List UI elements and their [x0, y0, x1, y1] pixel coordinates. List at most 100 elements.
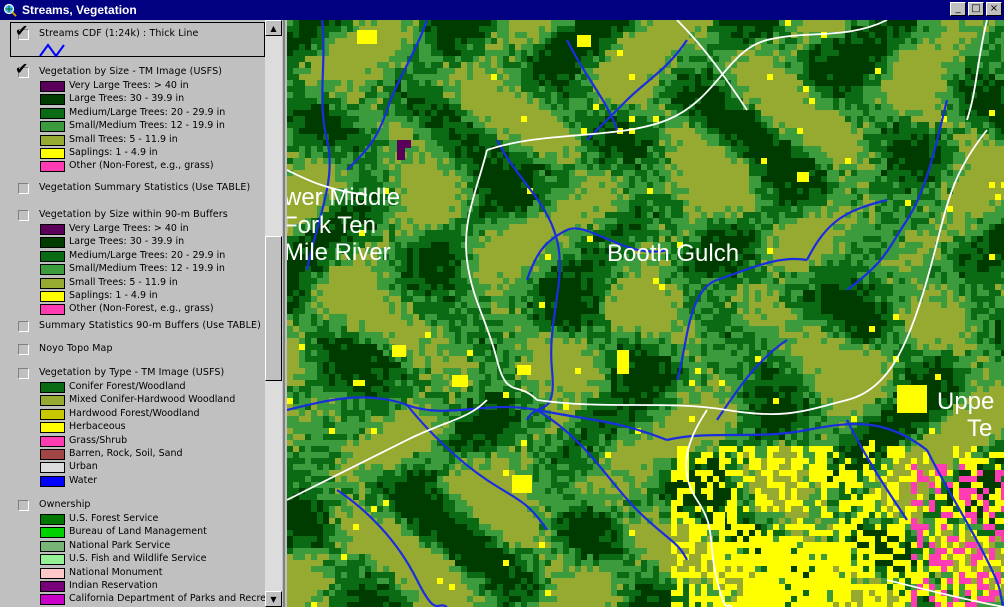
- map-raster-cell: [701, 110, 707, 116]
- scroll-down-button[interactable]: ▼: [265, 591, 282, 607]
- map-raster-cell: [539, 230, 545, 236]
- map-canvas[interactable]: [287, 20, 1004, 607]
- legend-theme-header[interactable]: Ownership: [0, 499, 265, 513]
- map-raster-cell: [875, 92, 881, 98]
- map-raster-cell: [695, 338, 701, 344]
- map-raster-cell: [317, 164, 323, 170]
- theme-visibility-checkbox[interactable]: [18, 321, 29, 332]
- map-raster-cell: [635, 62, 641, 68]
- map-raster-cell: [563, 194, 569, 200]
- theme-visibility-checkbox[interactable]: [18, 368, 29, 379]
- map-raster-cell: [341, 92, 347, 98]
- map-raster-cell: [995, 326, 1001, 332]
- map-raster-cell: [893, 182, 899, 188]
- map-raster-cell: [767, 230, 773, 236]
- map-raster-cell: [929, 50, 935, 56]
- legend-theme-header[interactable]: Summary Statistics 90-m Buffers (Use TAB…: [0, 320, 265, 334]
- map-raster-cell: [923, 296, 929, 302]
- map-raster-cell: [437, 32, 443, 38]
- legend-scrollbar[interactable]: ▲ ▼: [265, 20, 282, 607]
- map-raster-cell: [875, 128, 881, 134]
- theme-visibility-checkbox[interactable]: [18, 210, 29, 221]
- close-button[interactable]: ×: [986, 2, 1002, 16]
- map-raster-cell: [929, 302, 935, 308]
- map-raster-cell: [449, 284, 455, 290]
- map-raster-cell: [677, 176, 683, 182]
- legend-theme-header[interactable]: Vegetation by Size within 90-m Buffers: [0, 209, 265, 223]
- map-raster-cell: [491, 260, 497, 266]
- legend-theme-header[interactable]: ✔ Streams CDF (1:24k) : Thick Line: [0, 23, 265, 42]
- map-raster-cell: [521, 272, 527, 278]
- map-raster-cell: [389, 38, 395, 44]
- legend-theme-header[interactable]: Noyo Topo Map: [0, 343, 265, 357]
- map-raster-cell: [749, 296, 755, 302]
- theme-visibility-checkbox[interactable]: [18, 344, 29, 355]
- map-raster-cell: [845, 50, 851, 56]
- map-raster-cell: [695, 104, 701, 110]
- map-raster-cell: [365, 284, 371, 290]
- map-raster-cell: [695, 68, 701, 74]
- map-raster-cell: [905, 68, 911, 74]
- map-raster-cell: [353, 326, 359, 332]
- map-raster-cell: [497, 344, 503, 350]
- map-raster-cell: [347, 320, 353, 326]
- map-raster-cell: [533, 38, 539, 44]
- map-raster-cell: [941, 62, 947, 68]
- map-raster-cell: [953, 164, 959, 170]
- legend-theme-header[interactable]: Vegetation Summary Statistics (Use TABLE…: [0, 182, 265, 196]
- map-raster-cell: [905, 194, 911, 200]
- map-raster-cell: [923, 140, 929, 146]
- map-raster-cell: [797, 104, 803, 110]
- map-raster-cell: [503, 134, 509, 140]
- map-raster-cell: [941, 284, 947, 290]
- map-raster-cell: [527, 152, 533, 158]
- map-raster-cell: [857, 170, 863, 176]
- minimize-button[interactable]: _: [950, 2, 966, 16]
- legend-theme-header[interactable]: Vegetation by Type - TM Image (USFS): [0, 367, 265, 381]
- maximize-button[interactable]: □: [968, 2, 984, 16]
- map-raster-cell: [665, 74, 671, 80]
- map-raster-cell: [905, 104, 911, 110]
- map-raster-cell: [329, 32, 335, 38]
- scroll-up-button[interactable]: ▲: [265, 20, 282, 36]
- map-raster-cell: [365, 68, 371, 74]
- scroll-thumb[interactable]: [265, 236, 282, 381]
- map-raster-cell: [737, 284, 743, 290]
- map-raster-cell: [881, 266, 887, 272]
- theme-visibility-checkbox[interactable]: [18, 183, 29, 194]
- map-raster-cell: [479, 146, 485, 152]
- map-raster-cell: [941, 182, 947, 188]
- map-raster-cell: [935, 278, 941, 284]
- map-raster-cell: [845, 122, 851, 128]
- map-raster-cell: [905, 284, 911, 290]
- theme-visibility-checkbox[interactable]: [18, 500, 29, 511]
- map-raster-cell: [743, 284, 749, 290]
- map-raster-cell: [443, 320, 449, 326]
- map-raster-cell: [833, 188, 839, 194]
- map-raster-cell: [683, 50, 689, 56]
- map-raster-cell: [743, 62, 749, 68]
- map-raster-cell: [341, 284, 347, 290]
- map-raster-cell: [419, 296, 425, 302]
- map-raster-cell: [863, 56, 869, 62]
- map-raster-cell: [815, 206, 821, 212]
- map-raster-cell: [833, 284, 839, 290]
- map-raster-cell: [935, 44, 941, 50]
- map-raster-cell: [695, 128, 701, 134]
- map-raster-cell: [557, 164, 563, 170]
- map-raster-cell: [659, 38, 665, 44]
- map-raster-cell: [839, 152, 845, 158]
- map-raster-cell: [995, 182, 1001, 188]
- legend-theme-header[interactable]: ✔ Vegetation by Size - TM Image (USFS): [0, 61, 265, 80]
- map-raster-cell: [839, 122, 845, 128]
- map-raster-cell: [647, 176, 653, 182]
- map-raster-cell: [791, 182, 797, 188]
- map-raster-cell: [827, 200, 833, 206]
- map-view[interactable]: wer Middle Fork Ten Mile River Booth Gul…: [287, 20, 1004, 607]
- map-raster-cell: [749, 62, 755, 68]
- map-raster-cell: [395, 26, 401, 32]
- map-raster-cell: [767, 302, 773, 308]
- map-raster-cell: [323, 284, 329, 290]
- map-raster-cell: [359, 326, 365, 332]
- map-raster-cell: [929, 20, 935, 26]
